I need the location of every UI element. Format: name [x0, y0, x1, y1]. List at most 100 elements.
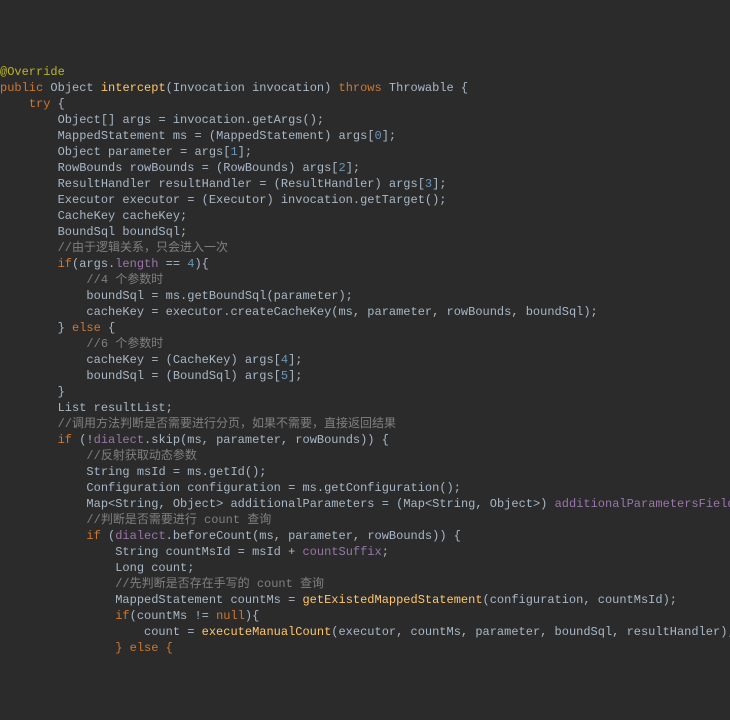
kw-else: else: [72, 321, 101, 335]
call-beforecount: beforeCount: [173, 529, 252, 543]
kw-public: public: [0, 81, 43, 95]
type-object: Object: [173, 497, 216, 511]
var-boundsql: boundSql: [555, 625, 613, 639]
var-cachekey: cacheKey: [86, 305, 144, 319]
type-throwable: Throwable: [389, 81, 454, 95]
comment-3: //6 个参数时: [86, 337, 163, 351]
type-cachekey: CacheKey: [58, 209, 116, 223]
type-executor: Executor: [58, 193, 116, 207]
num-1: 1: [230, 145, 237, 159]
var-resulthandler: resultHandler: [158, 177, 252, 191]
var-args: args: [339, 129, 368, 143]
var-resulthandler: resultHandler: [627, 625, 721, 639]
call-createcachekey: createCacheKey: [230, 305, 331, 319]
num-5: 5: [281, 369, 288, 383]
var-countmsid: countMsId: [166, 545, 231, 559]
var-args: args: [79, 257, 108, 271]
type-string: String: [432, 497, 475, 511]
comment-7: //先判断是否存在手写的 count 查询: [115, 577, 324, 591]
var-ms: ms: [173, 129, 187, 143]
call-execmanualcount: executeManualCount: [202, 625, 332, 639]
var-ms: ms: [338, 305, 352, 319]
field-dialect: dialect: [94, 433, 144, 447]
var-args: args: [245, 353, 274, 367]
type-boundsql: BoundSql: [58, 225, 116, 239]
call-getid: getId: [209, 465, 245, 479]
var-invocation: invocation: [281, 193, 353, 207]
type-map: Map: [403, 497, 425, 511]
var-args: args: [194, 145, 223, 159]
var-msid: msId: [137, 465, 166, 479]
type-executor: Executor: [209, 193, 267, 207]
kw-if: if: [115, 609, 129, 623]
field-length: length: [115, 257, 158, 271]
var-boundsql: boundSql: [526, 305, 584, 319]
type-resulthandler: ResultHandler: [58, 177, 152, 191]
var-addparams: additionalParameters: [230, 497, 374, 511]
var-boundsql: boundSql: [122, 225, 180, 239]
type-invocation: Invocation: [173, 81, 245, 95]
var-parameter: parameter: [475, 625, 540, 639]
var-countmsid: countMsId: [598, 593, 663, 607]
kw-null: null: [216, 609, 245, 623]
var-ms: ms: [302, 481, 316, 495]
comment-1: //由于逻辑关系，只会进入一次: [58, 241, 228, 255]
var-configuration: configuration: [187, 481, 281, 495]
else-tail: } else {: [115, 641, 173, 655]
comment-6: //判断是否需要进行 count 查询: [86, 513, 271, 527]
var-parameter: parameter: [367, 305, 432, 319]
kw-if: if: [58, 433, 72, 447]
type-rowbounds: RowBounds: [223, 161, 288, 175]
num-4: 4: [187, 257, 194, 271]
var-ms: ms: [187, 465, 201, 479]
var-parameter: parameter: [108, 145, 173, 159]
var-countms: countMs: [230, 593, 280, 607]
var-parameter: parameter: [288, 529, 353, 543]
type-list: List: [58, 401, 87, 415]
type-string: String: [86, 465, 129, 479]
num-4: 4: [281, 353, 288, 367]
var-rowbounds: rowBounds: [130, 161, 195, 175]
var-ms: ms: [259, 529, 273, 543]
var-cachekey: cacheKey: [122, 209, 180, 223]
num-3: 3: [425, 177, 432, 191]
var-ms: ms: [187, 433, 201, 447]
var-cachekey: cacheKey: [86, 353, 144, 367]
call-getexistedms: getExistedMappedStatement: [302, 593, 482, 607]
comment-2: //4 个参数时: [86, 273, 163, 287]
var-ms: ms: [166, 289, 180, 303]
type-string: String: [115, 497, 158, 511]
var-rowbounds: rowBounds: [295, 433, 360, 447]
kw-try: try: [29, 97, 51, 111]
num-2: 2: [338, 161, 345, 175]
code-block: @Override public Object intercept(Invoca…: [0, 48, 730, 656]
var-invocation: invocation: [173, 113, 245, 127]
call-getconfiguration: getConfiguration: [324, 481, 439, 495]
var-rowbounds: rowBounds: [447, 305, 512, 319]
var-parameter: parameter: [216, 433, 281, 447]
type-object: Object: [58, 113, 101, 127]
var-args: args: [389, 177, 418, 191]
var-resultlist: resultList: [94, 401, 166, 415]
var-executor: executor: [166, 305, 224, 319]
kw-if: if: [58, 257, 72, 271]
type-object: Object: [50, 81, 93, 95]
kw-if: if: [86, 529, 100, 543]
field-dialect: dialect: [115, 529, 165, 543]
call-getboundsql: getBoundSql: [187, 289, 266, 303]
param-invocation: invocation: [252, 81, 324, 95]
var-msid: msId: [252, 545, 281, 559]
var-countms: countMs: [137, 609, 187, 623]
var-boundsql: boundSql: [86, 369, 144, 383]
var-rowbounds: rowBounds: [367, 529, 432, 543]
type-rowbounds: RowBounds: [58, 161, 123, 175]
type-ms: MappedStatement: [216, 129, 324, 143]
comment-5: //反射获取动态参数: [86, 449, 196, 463]
type-ms: MappedStatement: [58, 129, 166, 143]
var-executor: executor: [338, 625, 396, 639]
var-configuration: configuration: [490, 593, 584, 607]
type-object: Object: [58, 145, 101, 159]
type-object: Object: [490, 497, 533, 511]
annotation: @Override: [0, 65, 65, 79]
var-countms: countMs: [411, 625, 461, 639]
